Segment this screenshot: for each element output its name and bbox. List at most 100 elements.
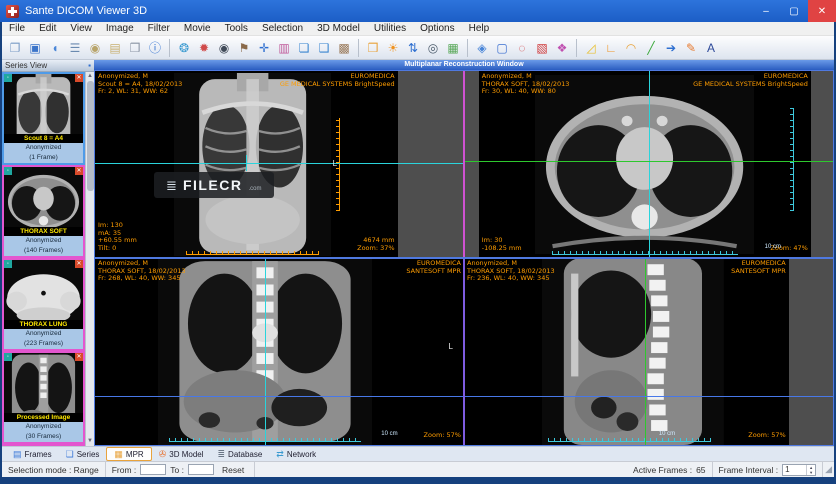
tab-series[interactable]: ❏ Series <box>59 447 107 462</box>
layout-icon[interactable]: ☰ <box>65 38 85 58</box>
mpr-icon: ▦ <box>114 448 123 459</box>
series-sidebar: Series View ▪ ◦ ✕ Scout 8 = A4 Anonymize… <box>2 60 94 446</box>
pencil-icon[interactable]: ✎ <box>681 38 701 58</box>
menu-filter[interactable]: Filter <box>141 22 177 35</box>
cd-burn-icon[interactable]: ◉ <box>85 38 105 58</box>
sidebar-menu-icon[interactable]: ▪ <box>88 61 91 70</box>
to-input[interactable] <box>188 464 214 475</box>
axial-crosshair-horizontal[interactable] <box>464 160 833 162</box>
fullscreen-icon[interactable]: ❑ <box>314 38 334 58</box>
preview-icon[interactable]: ◈ <box>472 38 492 58</box>
menu-tools[interactable]: Tools <box>218 22 255 35</box>
globe-icon[interactable]: ❂ <box>174 38 194 58</box>
coronal-crosshair-horizontal[interactable] <box>95 396 464 398</box>
quadrant-divider-vertical-bottom[interactable] <box>463 258 465 445</box>
axial-crosshair-vertical[interactable] <box>648 71 650 258</box>
menu-movie[interactable]: Movie <box>177 22 218 35</box>
axial-overlay-topleft: Anonymized, M THORAX SOFT, 18/02/2013 Fr… <box>481 72 570 95</box>
sagittal-viewport[interactable]: Anonymized, M THORAX SOFT, 18/02/2013 Fr… <box>464 258 833 445</box>
thumb-badge-icon[interactable]: ◦ <box>4 74 12 82</box>
tab-3d-model[interactable]: ✇ 3D Model <box>152 447 211 462</box>
reset-button[interactable]: Reset <box>218 465 248 475</box>
palette-icon[interactable]: ❖ <box>552 38 572 58</box>
clipboard-icon[interactable]: ▤ <box>105 38 125 58</box>
scrollbar-thumb[interactable] <box>86 81 94 191</box>
brightness-icon[interactable]: ☀ <box>383 38 403 58</box>
sagittal-crosshair-vertical[interactable] <box>644 258 646 445</box>
protractor-icon[interactable]: ◠ <box>621 38 641 58</box>
rect-select-icon[interactable]: ▢ <box>492 38 512 58</box>
scout-crosshair-horizontal[interactable] <box>95 162 464 164</box>
tab-frames[interactable]: ▤ Frames <box>6 447 59 462</box>
menu-edit[interactable]: Edit <box>32 22 63 35</box>
menu-image[interactable]: Image <box>99 22 141 35</box>
maximize-button[interactable]: ▢ <box>780 0 808 22</box>
coronal-viewport[interactable]: Anonymized, M THORAX SOFT, 18/02/2013 Fr… <box>95 258 464 445</box>
tab-mpr[interactable]: ▦ MPR <box>106 447 152 461</box>
close-button[interactable]: ✕ <box>808 0 836 22</box>
menu-view[interactable]: View <box>63 22 99 35</box>
menu-selection[interactable]: Selection <box>255 22 310 35</box>
scroll-down-icon[interactable]: ▼ <box>87 437 93 446</box>
app-icon <box>6 4 19 18</box>
print-icon[interactable]: ❒ <box>125 38 145 58</box>
thumb-close-icon[interactable]: ✕ <box>75 167 83 175</box>
menu-utilities[interactable]: Utilities <box>367 22 413 35</box>
thumb-close-icon[interactable]: ✕ <box>75 260 83 268</box>
ellipse-select-icon[interactable]: ◌ <box>512 38 532 58</box>
quadrant-divider-horizontal[interactable] <box>95 257 833 259</box>
scout-viewport[interactable]: Anonymized, M Scout 8 = A4, 18/02/2013 F… <box>95 71 464 258</box>
spinner-arrows-icon[interactable]: ▲ ▼ <box>806 464 815 475</box>
menu-options[interactable]: Options <box>413 22 461 35</box>
axial-viewport[interactable]: Anonymized, M THORAX SOFT, 18/02/2013 Fr… <box>464 71 833 258</box>
menu-file[interactable]: File <box>2 22 32 35</box>
globe-tools-icon[interactable]: ✹ <box>194 38 214 58</box>
export-icon[interactable]: ◖ <box>45 38 65 58</box>
sagittal-crosshair-horizontal[interactable] <box>464 396 833 398</box>
texture-icon[interactable]: ▩ <box>334 38 354 58</box>
from-input[interactable] <box>140 464 167 475</box>
series-thumbnail-thorax-lung[interactable]: ◦ ✕ THORAX LUNG Anonymized (223 Frames) <box>2 258 85 351</box>
series-thumbnail-thorax-soft[interactable]: ◦ ✕ THORAX SOFT Anonymized (140 Frames) <box>2 165 85 258</box>
arrow-tool-icon[interactable]: ➔ <box>661 38 681 58</box>
image-icon[interactable]: ▦ <box>443 38 463 58</box>
mpr-window-title[interactable]: Multiplanar Reconstruction Window <box>94 60 834 70</box>
folder-icon[interactable]: ❒ <box>363 38 383 58</box>
open-icon[interactable]: ❐ <box>5 38 25 58</box>
thumb-close-icon[interactable]: ✕ <box>75 74 83 82</box>
info-icon[interactable]: ⓘ <box>145 38 165 58</box>
angle-icon[interactable]: ∟ <box>601 38 621 58</box>
menu-help[interactable]: Help <box>462 22 497 35</box>
crosshair-icon[interactable]: ✛ <box>254 38 274 58</box>
zoom-tool-icon[interactable]: ◎ <box>423 38 443 58</box>
scout-crosshair-tick[interactable] <box>246 154 248 171</box>
thumb-badge-icon[interactable]: ◦ <box>4 167 12 175</box>
axial-ct-image <box>535 74 755 255</box>
tab-database[interactable]: ≣ Database <box>211 447 270 462</box>
region-select-icon[interactable]: ▧ <box>532 38 552 58</box>
sidebar-scrollbar[interactable]: ▲ ▼ <box>85 72 94 446</box>
pin-icon[interactable]: ⚑ <box>234 38 254 58</box>
series-thumbnail-processed[interactable]: ◦ ✕ Processed Image Anonymized (30 Frame… <box>2 351 85 444</box>
save-icon[interactable]: ▣ <box>25 38 45 58</box>
quadrant-divider-vertical-top[interactable] <box>463 71 465 258</box>
toolbar-separator <box>467 38 468 57</box>
levels-icon[interactable]: ▥ <box>274 38 294 58</box>
eye-icon[interactable]: ◉ <box>214 38 234 58</box>
thumb-close-icon[interactable]: ✕ <box>75 353 83 361</box>
coronal-crosshair-vertical[interactable] <box>264 258 266 445</box>
thumb-badge-icon[interactable]: ◦ <box>4 353 12 361</box>
ruler-icon[interactable]: ◿ <box>581 38 601 58</box>
series-caption: Anonymized (30 Frames) <box>4 422 83 442</box>
swap-icon[interactable]: ⇅ <box>403 38 423 58</box>
tab-network[interactable]: ⇄ Network <box>269 447 323 462</box>
thumb-badge-icon[interactable]: ◦ <box>4 260 12 268</box>
series-thumbnail-scout[interactable]: ◦ ✕ Scout 8 = A4 Anonymized (1 Frame) <box>2 72 85 165</box>
minimize-button[interactable]: – <box>752 0 780 22</box>
menu-3d-model[interactable]: 3D Model <box>310 22 367 35</box>
frame-interval-spinner[interactable]: 1 ▲ ▼ <box>782 463 817 476</box>
fit-window-icon[interactable]: ❏ <box>294 38 314 58</box>
text-tool-icon[interactable]: A <box>701 38 721 58</box>
line-tool-icon[interactable]: ╱ <box>641 38 661 58</box>
scroll-up-icon[interactable]: ▲ <box>87 72 93 81</box>
